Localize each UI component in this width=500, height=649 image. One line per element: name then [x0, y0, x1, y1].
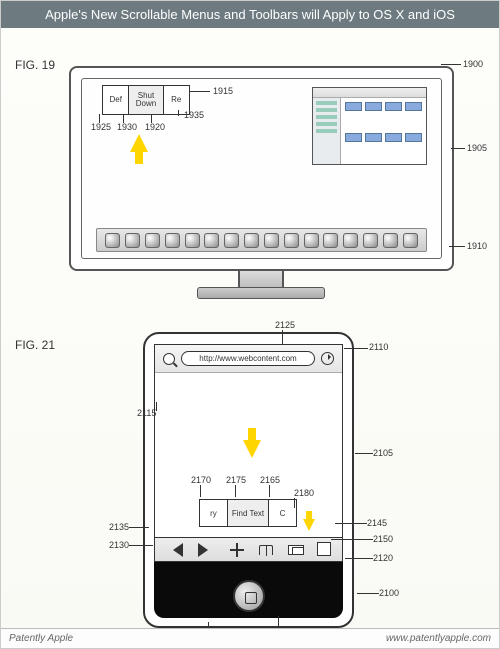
- dock-icon: [125, 233, 140, 248]
- dock-icon: [343, 233, 358, 248]
- phone-body: http://www.webcontent.com ry Find Text C: [143, 332, 354, 628]
- menu-item-left: Def: [103, 86, 129, 114]
- ref-2170: 2170: [191, 475, 211, 485]
- ref-1925: 1925: [91, 122, 111, 132]
- pages-icon[interactable]: [288, 545, 304, 555]
- bottom-toolbar: [155, 537, 342, 561]
- ref-1910: 1910: [467, 241, 487, 251]
- ref-2115: 2115: [137, 408, 156, 418]
- menu-item-center: Shut Down: [129, 86, 163, 114]
- ref-2110: 2110: [369, 342, 388, 352]
- ref-2100: 2100: [379, 588, 399, 598]
- diagram-content: FIG. 19 Def Shut Down Re: [1, 28, 499, 629]
- dock-icon: [323, 233, 338, 248]
- ref-2165: 2165: [260, 475, 280, 485]
- ref-1935: 1935: [184, 110, 204, 120]
- ref-1915: 1915: [213, 86, 233, 96]
- plus-icon[interactable]: [230, 543, 244, 557]
- dock-icon: [403, 233, 418, 248]
- arrow-down-icon: [243, 440, 261, 458]
- fig21-label: FIG. 21: [15, 338, 55, 352]
- dock-icon: [383, 233, 398, 248]
- ref-2175: 2175: [226, 475, 246, 485]
- selector-right: C: [269, 500, 296, 526]
- selector-left: ry: [200, 500, 228, 526]
- dock: [96, 228, 427, 252]
- dock-icon: [185, 233, 200, 248]
- dock-icon: [165, 233, 180, 248]
- arrow-up-icon: [130, 134, 148, 152]
- browser-top-bar: http://www.webcontent.com: [155, 345, 342, 373]
- ref-1920: 1920: [145, 122, 165, 132]
- ref-2120: 2120: [373, 553, 393, 563]
- ref-2150: 2150: [373, 534, 393, 544]
- ref-2130: 2130: [109, 540, 129, 550]
- finder-window: [312, 87, 427, 165]
- ref-1905: 1905: [467, 143, 487, 153]
- reload-icon[interactable]: [321, 352, 334, 365]
- ref-2135: 2135: [109, 522, 129, 532]
- monitor-bezel: Def Shut Down Re: [69, 66, 454, 271]
- url-field[interactable]: http://www.webcontent.com: [181, 351, 315, 366]
- dock-icon: [105, 233, 120, 248]
- tabs-icon[interactable]: [319, 544, 331, 556]
- dock-icon: [284, 233, 299, 248]
- dock-icon: [304, 233, 319, 248]
- ref-2105: 2105: [373, 448, 393, 458]
- ref-2145: 2145: [367, 518, 387, 528]
- monitor-screen: Def Shut Down Re: [81, 78, 442, 259]
- scrollable-toolbar-selector: ry Find Text C: [199, 499, 297, 527]
- dock-icon: [244, 233, 259, 248]
- bookmarks-icon[interactable]: [259, 545, 273, 555]
- page-title: Apple's New Scrollable Menus and Toolbar…: [1, 1, 499, 28]
- dock-icon: [363, 233, 378, 248]
- arrow-down-small-icon: [303, 519, 315, 531]
- finder-sidebar: [313, 98, 341, 164]
- dock-icon: [224, 233, 239, 248]
- finder-files: [341, 98, 426, 164]
- dock-icon: [204, 233, 219, 248]
- home-button[interactable]: [233, 580, 265, 612]
- dock-icon: [145, 233, 160, 248]
- selector-center: Find Text: [228, 500, 269, 526]
- back-icon[interactable]: [166, 543, 183, 557]
- ref-1900: 1900: [463, 59, 483, 69]
- footer: Patently Apple www.patentlyapple.com: [1, 628, 499, 648]
- credit-right: www.patentlyapple.com: [386, 633, 491, 644]
- fig19-label: FIG. 19: [15, 58, 55, 72]
- dock-icon: [264, 233, 279, 248]
- scrollable-menu: Def Shut Down Re: [102, 85, 190, 115]
- forward-icon[interactable]: [198, 543, 215, 557]
- finder-titlebar: [313, 88, 426, 98]
- monitor-stand-base: [197, 287, 325, 299]
- phone-screen: http://www.webcontent.com ry Find Text C: [154, 344, 343, 562]
- ref-2180: 2180: [294, 488, 314, 498]
- ref-2125: 2125: [275, 320, 295, 330]
- ref-1930: 1930: [117, 122, 137, 132]
- credit-left: Patently Apple: [9, 633, 73, 644]
- search-icon[interactable]: [163, 353, 175, 365]
